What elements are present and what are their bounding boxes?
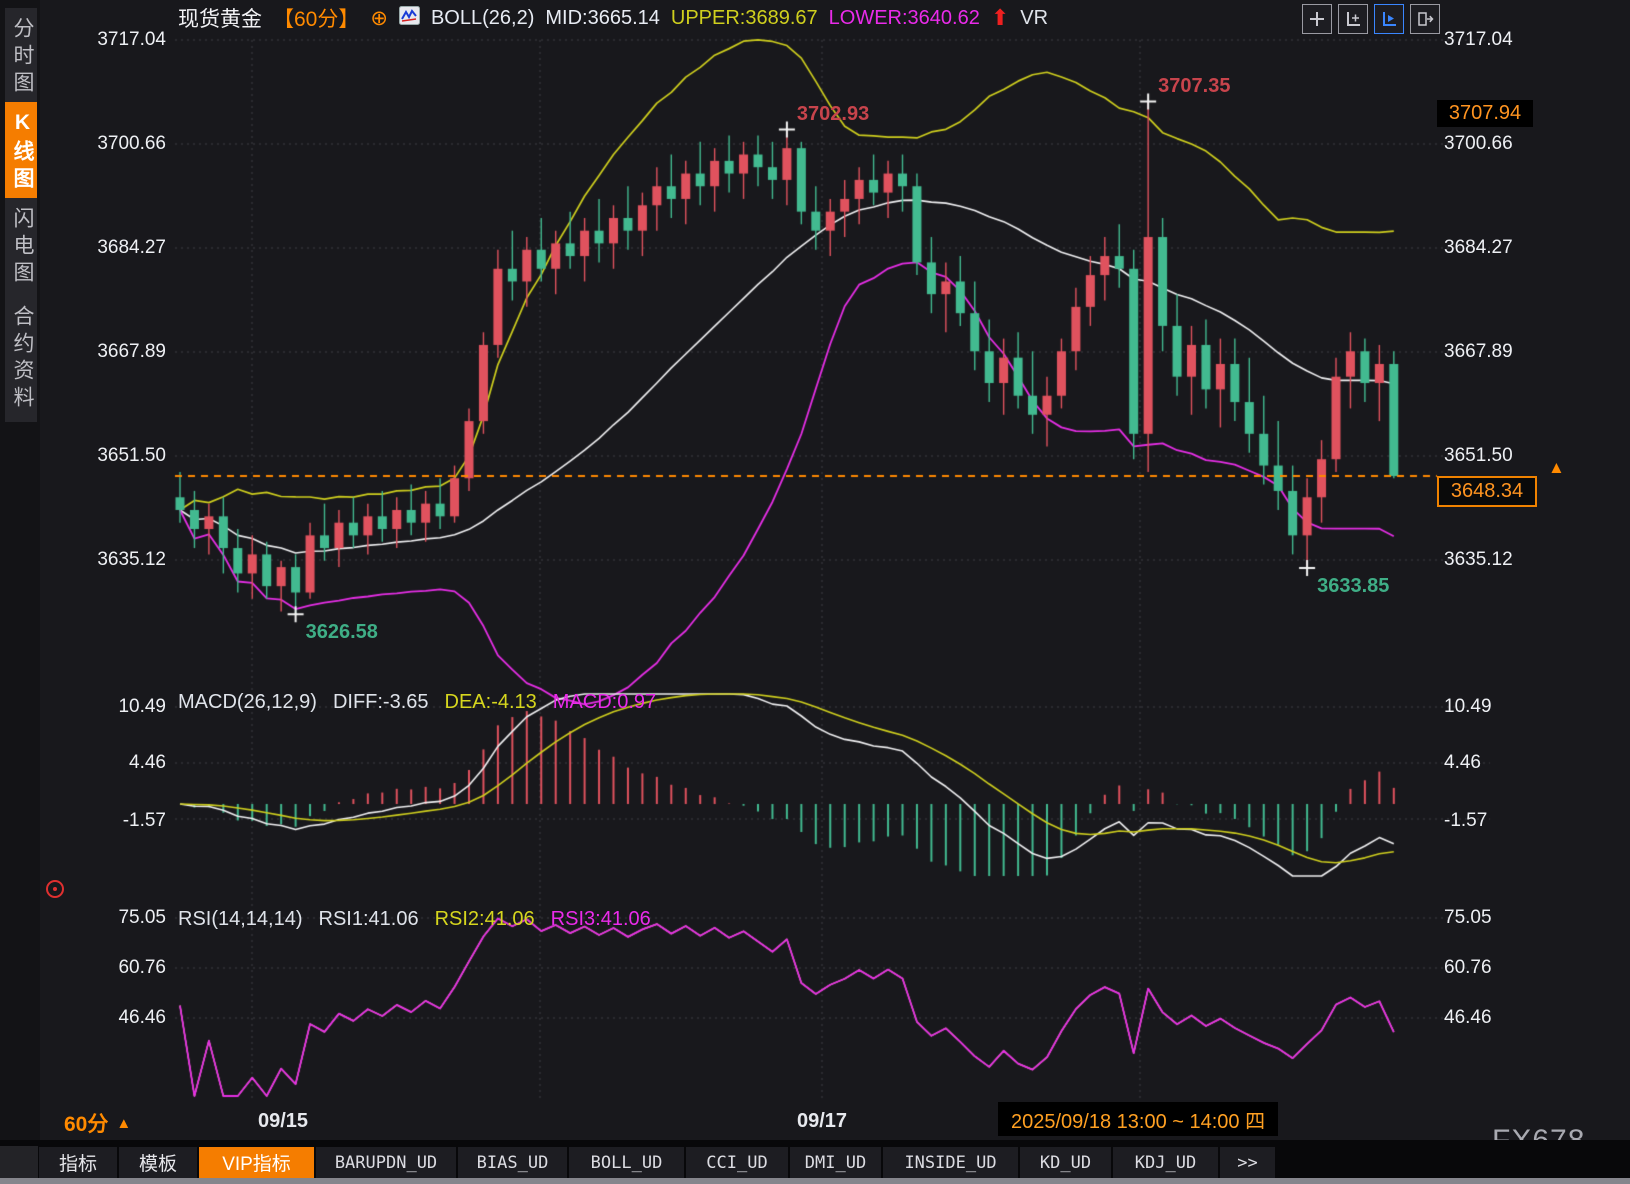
vr-label[interactable]: VR bbox=[1020, 7, 1048, 30]
sidebar-item-contract-info[interactable]: 合约资料 bbox=[5, 296, 37, 422]
macd-tick: 10.49 bbox=[62, 696, 166, 718]
price-tick: 3717.04 bbox=[1444, 29, 1513, 51]
red-up-arrow-icon: ⬆ bbox=[991, 7, 1009, 29]
annotation-high: 3702.93 bbox=[797, 103, 869, 126]
price-tick: 3651.50 bbox=[1444, 445, 1513, 467]
sidebar-item-timeline-chart[interactable]: 分时图 bbox=[5, 8, 37, 107]
macd-dea: DEA:-4.13 bbox=[445, 691, 537, 714]
rsi-tick: 75.05 bbox=[1444, 907, 1492, 929]
price-tick: 3700.66 bbox=[1444, 133, 1513, 155]
date-tick: 09/17 bbox=[797, 1110, 847, 1133]
rsi-tick: 60.76 bbox=[1444, 957, 1492, 979]
symbol-title: 现货黄金 bbox=[178, 3, 262, 33]
annotation-high: 3707.35 bbox=[1158, 75, 1230, 98]
tab-dmi-ud[interactable]: DMI_UD bbox=[790, 1147, 881, 1178]
boll-lower: LOWER:3640.62 bbox=[829, 7, 980, 30]
price-tick: 3717.04 bbox=[62, 29, 166, 51]
session-high-tag: 3707.94 bbox=[1437, 100, 1533, 127]
rsi-tick: 75.05 bbox=[62, 907, 166, 929]
export-icon[interactable] bbox=[1410, 4, 1440, 34]
sidebar-item-flash-chart[interactable]: 闪电图 bbox=[5, 198, 37, 297]
annotation-low: 3626.58 bbox=[306, 621, 378, 644]
date-tick: 09/15 bbox=[258, 1110, 308, 1133]
triangle-up-icon: ▲ bbox=[116, 1115, 131, 1132]
price-up-arrow-icon: ▲ bbox=[1548, 458, 1565, 478]
tab-indicators[interactable]: 指标 bbox=[39, 1147, 117, 1178]
boll-label: BOLL(26,2) bbox=[431, 7, 534, 30]
price-tick: 3667.89 bbox=[62, 341, 166, 363]
tab-kd-ud[interactable]: KD_UD bbox=[1020, 1147, 1111, 1178]
price-tick: 3667.89 bbox=[1444, 341, 1513, 363]
annotation-low: 3633.85 bbox=[1317, 575, 1389, 598]
price-tick: 3700.66 bbox=[62, 133, 166, 155]
sidebar-item-kline-chart[interactable]: K线图 bbox=[5, 102, 37, 203]
macd-header: MACD(26,12,9) DIFF:-3.65 DEA:-4.13 MACD:… bbox=[178, 691, 656, 714]
macd-tick: 4.46 bbox=[1444, 752, 1481, 774]
price-tick: 3651.50 bbox=[62, 445, 166, 467]
axis-play-icon[interactable] bbox=[1374, 4, 1404, 34]
left-sidebar: 分时图 K线图 闪电图 合约资料 bbox=[0, 0, 40, 1140]
macd-title: MACD(26,12,9) bbox=[178, 691, 317, 714]
tab-boll-ud[interactable]: BOLL_UD bbox=[569, 1147, 684, 1178]
tab-vip-indicators[interactable]: VIP指标 bbox=[199, 1147, 314, 1178]
macd-value: MACD:0.97 bbox=[553, 691, 656, 714]
macd-tick: 10.49 bbox=[1444, 696, 1492, 718]
rsi2-value: RSI2:41.06 bbox=[435, 908, 535, 931]
axis-scale-icon[interactable] bbox=[1338, 4, 1368, 34]
tabbar-corner bbox=[0, 1146, 38, 1178]
boll-upper: UPPER:3689.67 bbox=[671, 7, 818, 30]
tab-bias-ud[interactable]: BIAS_UD bbox=[458, 1147, 567, 1178]
tab-kdj-ud[interactable]: KDJ_UD bbox=[1113, 1147, 1218, 1178]
tab-cci-ud[interactable]: CCI_UD bbox=[686, 1147, 788, 1178]
timeframe-label: 60分 bbox=[64, 1108, 108, 1138]
rsi-tick: 60.76 bbox=[62, 957, 166, 979]
horizontal-scrollbar[interactable] bbox=[0, 1178, 1630, 1184]
rsi-tick: 46.46 bbox=[62, 1007, 166, 1029]
timeframe-selector[interactable]: 60分 ▲ bbox=[64, 1108, 131, 1138]
trading-app-window: 分时图 K线图 闪电图 合约资料 现货黄金 【60分】 ⊕ BOLL(26,2)… bbox=[0, 0, 1630, 1184]
tab-templates[interactable]: 模板 bbox=[119, 1147, 197, 1178]
live-indicator-icon bbox=[46, 880, 64, 898]
circle-plus-icon[interactable]: ⊕ bbox=[370, 8, 388, 29]
rsi-title: RSI(14,14,14) bbox=[178, 908, 303, 931]
tab-barupdn-ud[interactable]: BARUPDN_UD bbox=[316, 1147, 456, 1178]
mini-chart-icon bbox=[399, 6, 420, 30]
tab-inside-ud[interactable]: INSIDE_UD bbox=[883, 1147, 1018, 1178]
rsi-tick: 46.46 bbox=[1444, 1007, 1492, 1029]
macd-diff: DIFF:-3.65 bbox=[333, 691, 429, 714]
chart-header: 现货黄金 【60分】 ⊕ BOLL(26,2) MID:3665.14 UPPE… bbox=[178, 3, 1048, 33]
boll-mid: MID:3665.14 bbox=[545, 7, 660, 30]
period-label[interactable]: 【60分】 bbox=[273, 3, 359, 33]
current-bar-time-tag: 2025/09/18 13:00 ~ 14:00 四 bbox=[998, 1102, 1278, 1136]
macd-tick: 4.46 bbox=[62, 752, 166, 774]
rsi3-value: RSI3:41.06 bbox=[551, 908, 651, 931]
price-tick: 3635.12 bbox=[1444, 549, 1513, 571]
chart-toolbar bbox=[1302, 4, 1440, 34]
rsi1-value: RSI1:41.06 bbox=[319, 908, 419, 931]
price-tick: 3684.27 bbox=[62, 237, 166, 259]
price-tick: 3684.27 bbox=[1444, 237, 1513, 259]
last-price-tag: 3648.34 bbox=[1437, 476, 1537, 507]
pan-icon[interactable] bbox=[1302, 4, 1332, 34]
rsi-header: RSI(14,14,14) RSI1:41.06 RSI2:41.06 RSI3… bbox=[178, 908, 651, 931]
price-tick: 3635.12 bbox=[62, 549, 166, 571]
macd-tick: -1.57 bbox=[62, 810, 166, 832]
macd-tick: -1.57 bbox=[1444, 810, 1487, 832]
tab-more[interactable]: >> bbox=[1220, 1147, 1275, 1178]
